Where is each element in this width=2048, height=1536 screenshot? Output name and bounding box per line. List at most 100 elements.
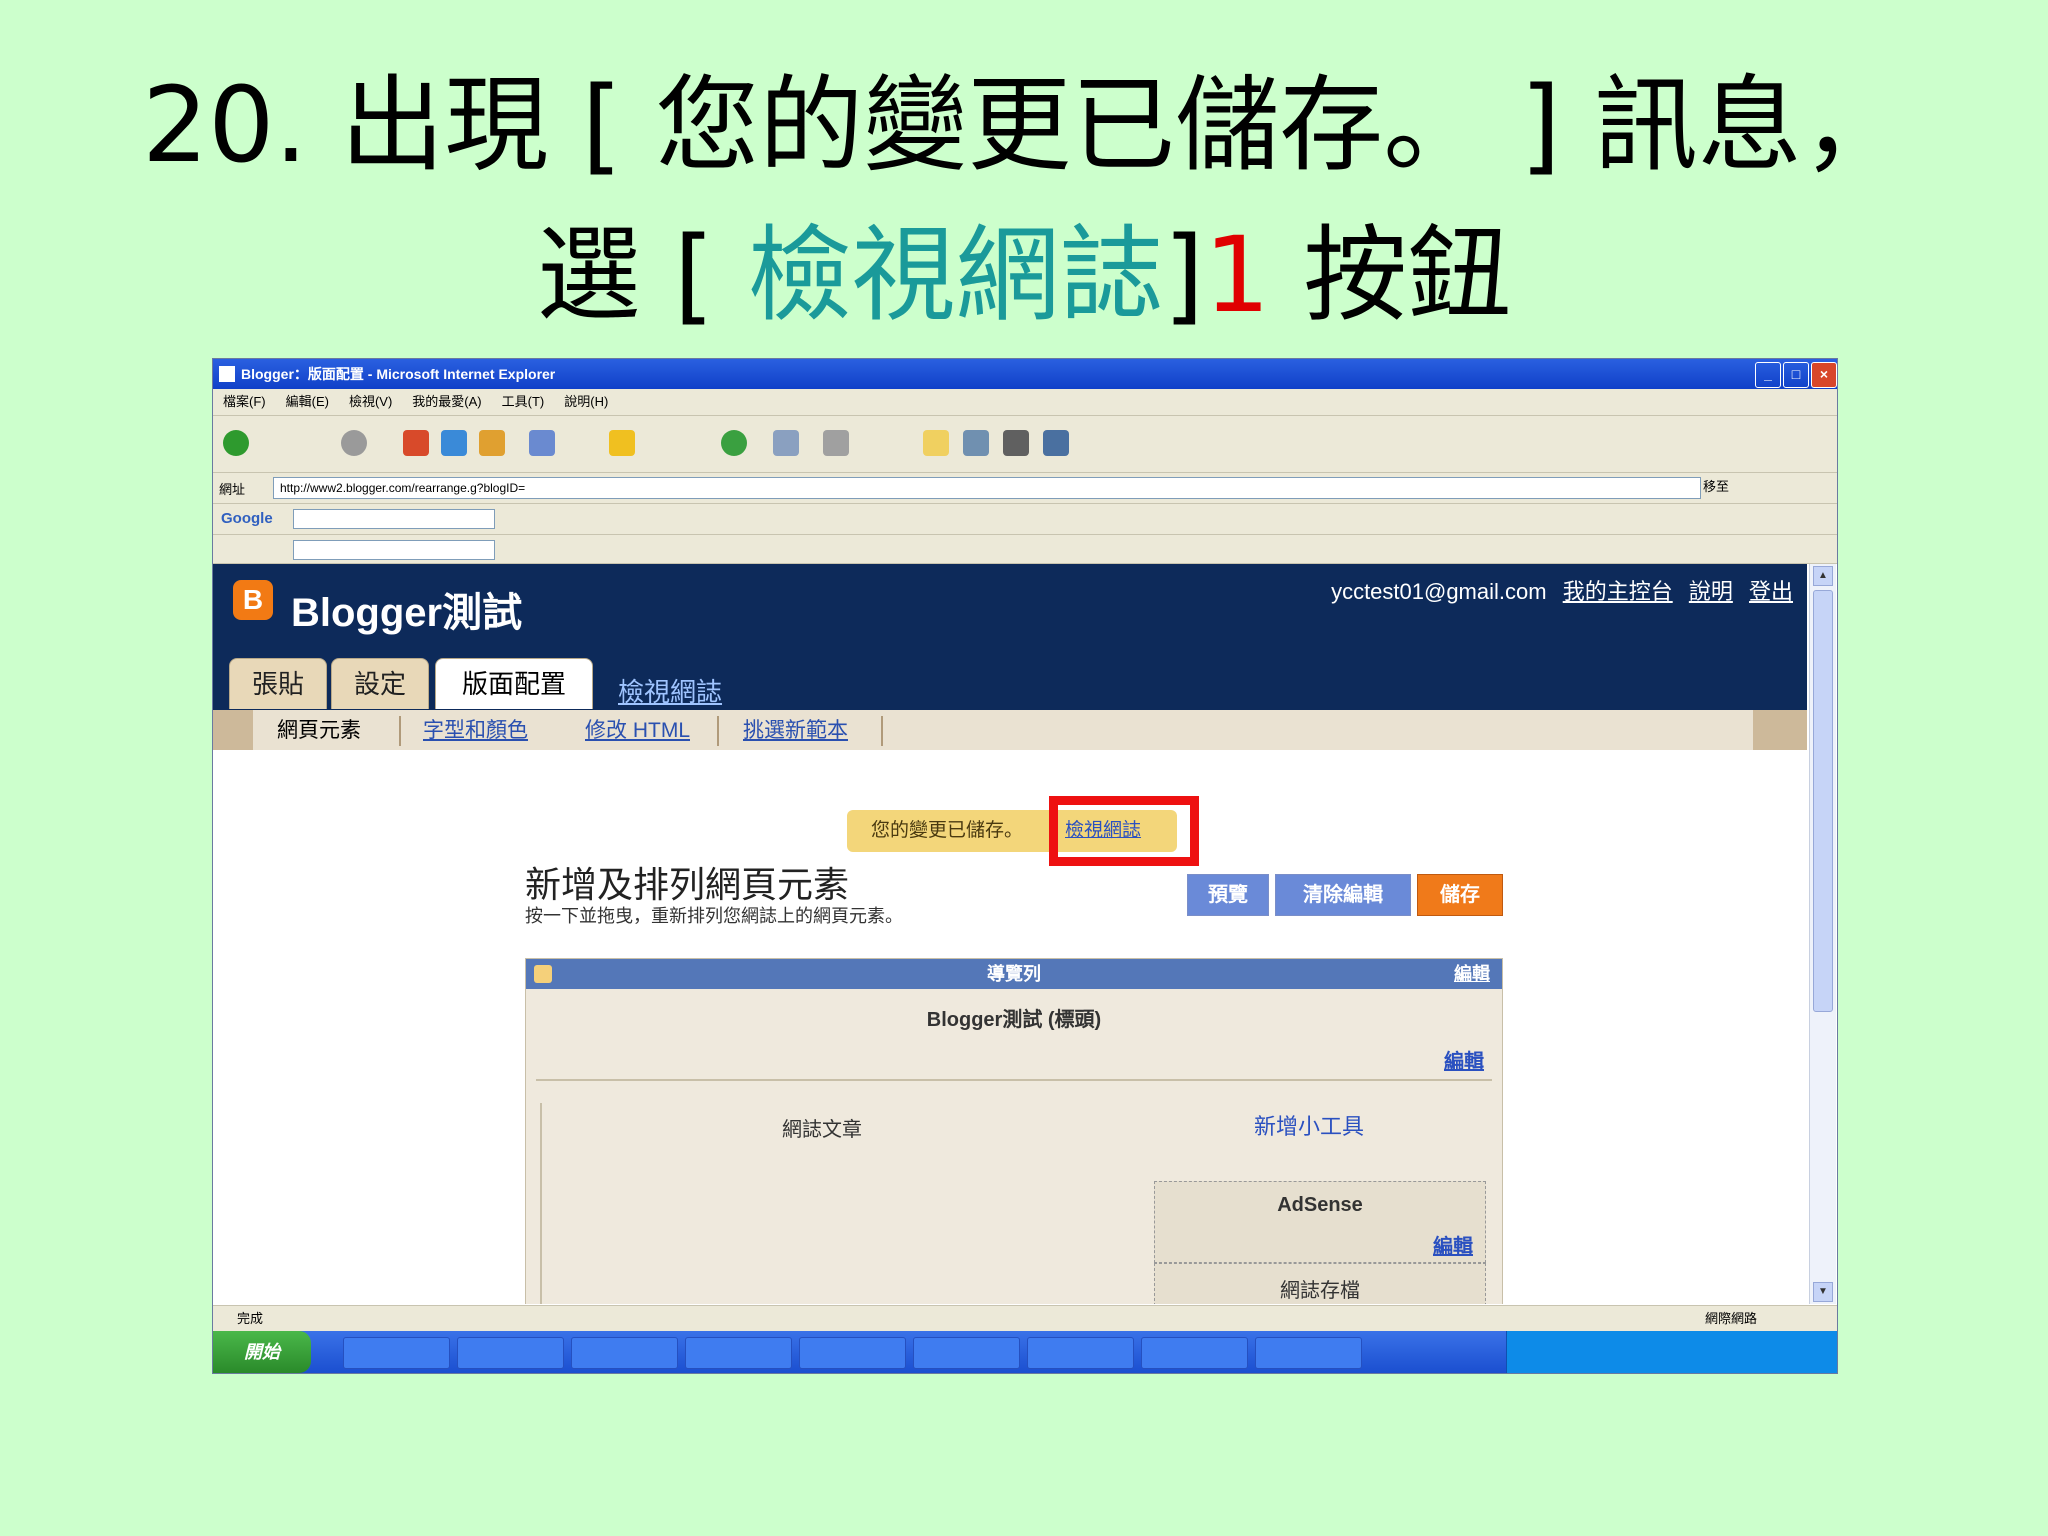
menu-edit[interactable]: 編輯(E) <box>276 389 339 415</box>
start-button[interactable]: 開始 <box>213 1331 311 1373</box>
page-title: 新增及排列網頁元素 <box>525 864 850 905</box>
title-view-blog: 檢視網誌 <box>747 214 1164 336</box>
favorites-icon[interactable] <box>609 430 635 456</box>
google-toolbar: Google <box>213 504 1837 535</box>
window-titlebar: Blogger：版面配置 - Microsoft Internet Explor… <box>213 359 1837 389</box>
slide-title-line1: 20. 出現 [ 您的變更已儲存。 ] 訊息， <box>142 64 1906 186</box>
standard-toolbar <box>213 416 1837 473</box>
subnav-fonts-colors[interactable]: 字型和顏色 <box>423 716 528 746</box>
mail-icon[interactable] <box>773 430 799 456</box>
header-edit-link[interactable]: 編輯 <box>1444 1045 1484 1074</box>
archive-widget[interactable]: 網誌存檔 <box>1154 1263 1486 1304</box>
view-blog-tab-link[interactable]: 檢視網誌 <box>618 672 722 709</box>
signout-link[interactable]: 登出 <box>1749 579 1793 604</box>
clear-edits-button[interactable]: 清除編輯 <box>1275 874 1411 916</box>
close-button[interactable]: × <box>1811 362 1837 388</box>
taskbar-item[interactable] <box>799 1337 906 1369</box>
minimize-button[interactable]: _ <box>1755 362 1781 388</box>
go-button[interactable]: 移至 <box>1703 477 1763 497</box>
blogger-logo-icon: B <box>233 580 273 620</box>
taskbar-item[interactable] <box>457 1337 564 1369</box>
taskbar: 開始 <box>213 1331 1837 1373</box>
slide-title-line2: 選 [ 檢視網誌]1 按鈕 <box>0 200 2048 350</box>
highlight-box <box>1049 796 1199 866</box>
taskbar-item[interactable] <box>1027 1337 1134 1369</box>
page-subtitle: 按一下並拖曳，重新排列您網誌上的網頁元素。 <box>525 906 903 926</box>
taskbar-item[interactable] <box>913 1337 1020 1369</box>
taskbar-item[interactable] <box>1141 1337 1248 1369</box>
back-icon[interactable] <box>223 430 249 456</box>
folder-icon[interactable] <box>923 430 949 456</box>
title-prefix: 選 [ <box>536 214 748 336</box>
menu-help[interactable]: 說明(H) <box>554 389 618 415</box>
refresh-icon[interactable] <box>441 430 467 456</box>
scroll-down-icon[interactable]: ▼ <box>1813 1282 1833 1302</box>
address-bar: 網址 http://www2.blogger.com/rearrange.g?b… <box>213 473 1837 504</box>
dashboard-link[interactable]: 我的主控台 <box>1563 579 1673 604</box>
navbar-widget[interactable]: 導覽列 編輯 <box>526 959 1502 989</box>
menu-tools[interactable]: 工具(T) <box>492 389 555 415</box>
subnav-templates[interactable]: 挑選新範本 <box>743 716 848 746</box>
blogger-header: B Blogger測試 ycctest01@gmail.com 我的主控台 說明… <box>213 564 1807 710</box>
header-widget[interactable]: Blogger測試 (標頭) <box>526 1003 1502 1032</box>
subnav-page-elements: 網頁元素 <box>277 719 361 742</box>
address-input[interactable]: http://www2.blogger.com/rearrange.g?blog… <box>273 477 1701 499</box>
subnav-edit-html[interactable]: 修改 HTML <box>585 716 690 746</box>
stop-icon[interactable] <box>403 430 429 456</box>
layout-subnav: 網頁元素 字型和顏色 修改 HTML 挑選新範本 <box>213 710 1807 750</box>
address-label: 網址 <box>219 482 246 497</box>
adsense-widget[interactable]: AdSense 編輯 <box>1154 1181 1486 1263</box>
maximize-button[interactable]: □ <box>1783 362 1809 388</box>
taskbar-item[interactable] <box>343 1337 450 1369</box>
account-email: ycctest01@gmail.com <box>1331 579 1547 604</box>
taskbar-item[interactable] <box>685 1337 792 1369</box>
status-text: 完成 <box>237 1311 264 1326</box>
ie-icon <box>219 366 235 382</box>
search-icon[interactable] <box>529 430 555 456</box>
forward-icon[interactable] <box>341 430 367 456</box>
scroll-up-icon[interactable]: ▲ <box>1813 566 1833 586</box>
save-button[interactable]: 儲存 <box>1417 874 1503 916</box>
taskbar-item[interactable] <box>571 1337 678 1369</box>
title-bracket: ] <box>1163 214 1205 336</box>
navbar-label: 導覽列 <box>987 964 1041 984</box>
research-icon[interactable] <box>1003 430 1029 456</box>
tab-settings[interactable]: 設定 <box>331 658 429 709</box>
blog-posts-label: 網誌文章 <box>782 1119 862 1141</box>
menu-favorites[interactable]: 我的最愛(A) <box>402 389 491 415</box>
window-title: Blogger：版面配置 - Microsoft Internet Explor… <box>241 366 556 382</box>
links-search-input[interactable] <box>293 540 495 560</box>
edit-icon[interactable] <box>963 430 989 456</box>
help-link[interactable]: 說明 <box>1689 579 1733 604</box>
blog-posts-widget[interactable]: 網誌文章 <box>540 1103 1082 1304</box>
status-zone: 網際網路 <box>1704 1311 1757 1326</box>
vertical-scrollbar[interactable]: ▲ ▼ <box>1809 564 1836 1304</box>
tab-posting[interactable]: 張貼 <box>229 658 327 709</box>
adsense-label: AdSense <box>1277 1194 1363 1216</box>
scroll-thumb[interactable] <box>1813 590 1833 1012</box>
saved-message: 您的變更已儲存。 <box>871 820 1024 841</box>
tab-layout[interactable]: 版面配置 <box>435 658 593 709</box>
adsense-edit-link[interactable]: 編輯 <box>1433 1230 1473 1259</box>
links-toolbar <box>213 535 1837 564</box>
page-content: B Blogger測試 ycctest01@gmail.com 我的主控台 說明… <box>213 564 1807 1304</box>
google-logo: Google <box>221 510 273 527</box>
google-search-input[interactable] <box>293 509 495 529</box>
home-icon[interactable] <box>479 430 505 456</box>
status-bar: 完成 網際網路 <box>213 1305 1837 1332</box>
print-icon[interactable] <box>823 430 849 456</box>
messenger-icon[interactable] <box>1043 430 1069 456</box>
title-step-number: 1 <box>1204 214 1271 336</box>
taskbar-item[interactable] <box>1255 1337 1362 1369</box>
preview-button[interactable]: 預覽 <box>1187 874 1269 916</box>
account-bar: ycctest01@gmail.com 我的主控台 說明 登出 <box>1331 574 1793 606</box>
navbar-edit-link[interactable]: 編輯 <box>1454 959 1490 989</box>
history-icon[interactable] <box>721 430 747 456</box>
layout-editor: 導覽列 編輯 Blogger測試 (標頭) 編輯 網誌文章 新增小工具 AdSe… <box>525 958 1503 1304</box>
blog-title: Blogger測試 <box>291 591 523 635</box>
menu-file[interactable]: 檔案(F) <box>213 389 276 415</box>
menu-bar: 檔案(F) 編輯(E) 檢視(V) 我的最愛(A) 工具(T) 說明(H) <box>213 389 1837 416</box>
add-gadget-link[interactable]: 新增小工具 <box>1254 1109 1364 1141</box>
menu-view[interactable]: 檢視(V) <box>339 389 402 415</box>
slide-title: 20. 出現 [ 您的變更已儲存。 ] 訊息， 選 [ 檢視網誌]1 按鈕 <box>0 50 2048 350</box>
